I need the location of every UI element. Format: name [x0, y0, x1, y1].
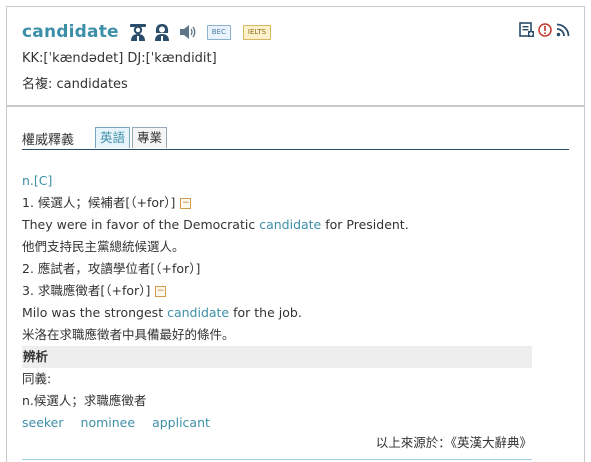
bec-tag[interactable]: BEC — [206, 24, 231, 40]
example-3-translation: 米洛在求職應徵者中具備最好的條件。 — [22, 327, 235, 342]
part-of-speech: n.[C] — [22, 173, 53, 188]
male-voice-icon[interactable] — [129, 22, 147, 42]
definition-tabs: 權威釋義 英語 專業 — [22, 127, 569, 150]
headword: candidate — [22, 22, 119, 42]
definition-content: n.[C] 1. 候選人；候補者[（+for）] − They were in f… — [22, 170, 532, 434]
rss-feed-icon[interactable] — [556, 23, 570, 37]
synonyms-label: 同義: — [22, 371, 52, 386]
collapse-icon[interactable]: − — [180, 198, 192, 209]
source-note: 以上來源於：《英漢大辭典》 — [375, 435, 532, 450]
report-error-icon[interactable] — [538, 22, 552, 37]
example-1-translation: 他們支持民主黨總統候選人。 — [22, 239, 185, 254]
example-3: Milo was the strongest candidate for the… — [22, 302, 532, 324]
sense-3-text: 3. 求職應徵者[（+for）] — [22, 283, 151, 298]
dictionary-panel: candidate BEC IELTS KK:[ˈkændədet] DJ:[ˈ… — [6, 6, 585, 462]
example-1-keyword[interactable]: candidate — [259, 217, 321, 232]
wordbook-add-icon[interactable] — [519, 22, 534, 37]
plural-form: 名複: candidates — [22, 77, 128, 92]
ielts-tag[interactable]: IELTS — [242, 24, 272, 40]
headword-row: candidate BEC IELTS — [22, 20, 283, 44]
synonym-link[interactable]: nominee — [81, 415, 136, 430]
tab-professional[interactable]: 專業 — [132, 127, 168, 148]
collapse-icon[interactable]: − — [155, 286, 167, 297]
example-1: They were in favor of the Democratic can… — [22, 214, 532, 236]
example-3-post: for the job. — [229, 305, 302, 320]
example-1-pre: They were in favor of the Democratic — [22, 217, 260, 232]
synonym-list: seeker nominee applicant — [22, 412, 532, 434]
example-3-pre: Milo was the strongest — [22, 305, 168, 320]
example-1-post: for President. — [321, 217, 409, 232]
synonyms-gloss: n.候選人；求職應徵者 — [22, 393, 147, 408]
divider — [22, 459, 532, 460]
entry-header: candidate BEC IELTS KK:[ˈkændədet] DJ:[ˈ… — [7, 7, 584, 107]
synonym-link[interactable]: seeker — [22, 415, 64, 430]
synonym-link[interactable]: applicant — [152, 415, 210, 430]
tab-english[interactable]: 英語 — [95, 127, 131, 148]
female-voice-icon[interactable] — [153, 22, 171, 42]
sense-2: 2. 應試者，攻讀學位者[（+for）] — [22, 261, 201, 276]
pronunciation: KK:[ˈkændədet] DJ:[ˈkændidit] — [22, 51, 217, 66]
sense-1: 1. 候選人；候補者[（+for）] − — [22, 192, 532, 214]
entry-tools — [519, 22, 570, 37]
sense-1-text: 1. 候選人；候補者[（+for）] — [22, 195, 176, 210]
speaker-icon[interactable] — [179, 24, 197, 40]
analysis-heading: 辨析 — [22, 346, 532, 368]
tab-authoritative[interactable]: 權威釋義 — [22, 129, 74, 148]
sense-3: 3. 求職應徵者[（+for）] − — [22, 280, 532, 302]
example-3-keyword[interactable]: candidate — [167, 305, 229, 320]
